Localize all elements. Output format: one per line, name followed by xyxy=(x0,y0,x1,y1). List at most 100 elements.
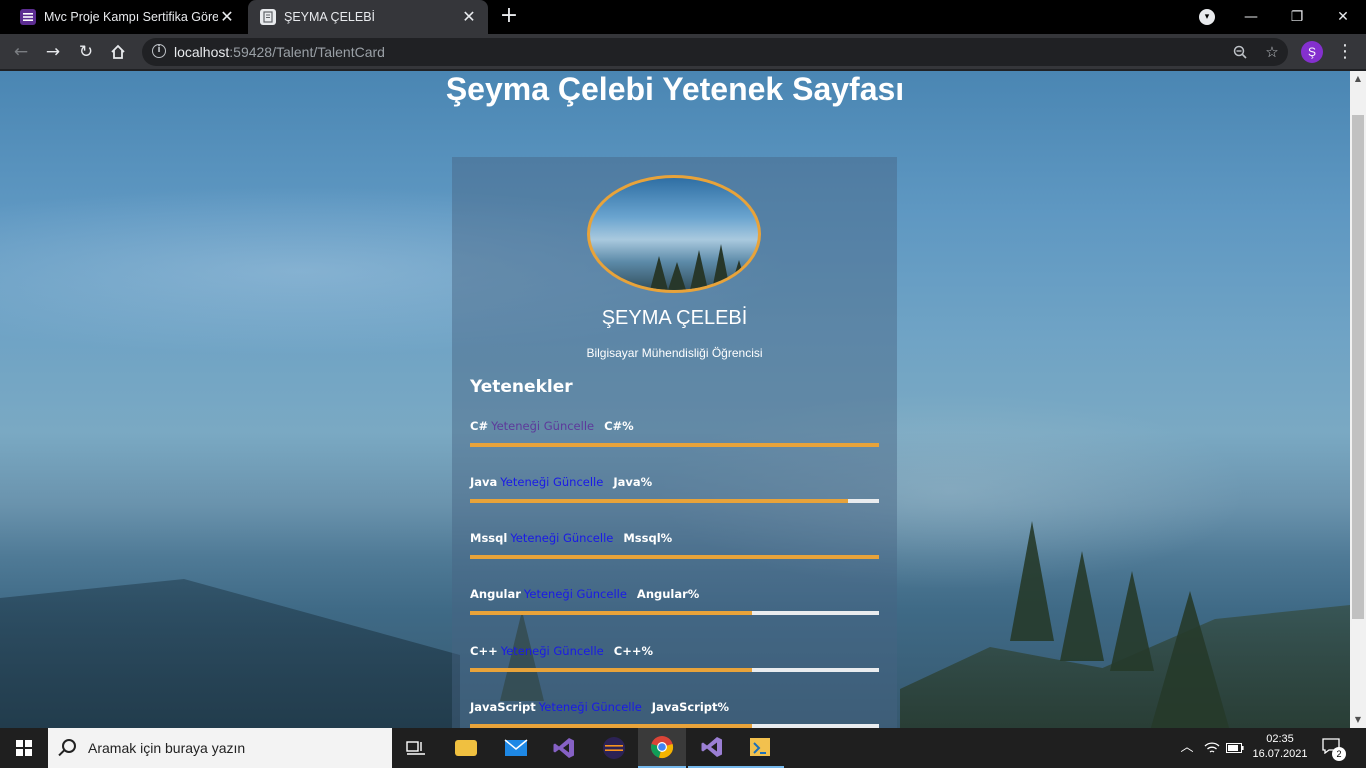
background-tree xyxy=(1010,521,1054,641)
profile-subtitle: Bilgisayar Mühendisliği Öğrencisi xyxy=(586,346,763,360)
reload-icon[interactable]: ↻ xyxy=(74,40,98,64)
profile-name: ŞEYMA ÇELEBİ xyxy=(601,307,748,329)
update-skill-link[interactable]: Yeteneği Güncelle xyxy=(539,700,642,714)
talent-card: ŞEYMA ÇELEBİ Bilgisayar Mühendisliği Öğr… xyxy=(452,157,897,728)
skill-progress-bar xyxy=(470,555,879,559)
skill-percent: JavaScript% xyxy=(651,700,730,714)
home-icon[interactable] xyxy=(106,40,130,64)
update-skill-link[interactable]: Yeteneği Güncelle xyxy=(491,419,594,433)
skill-line: Angular Yeteneği Güncelle Angular% xyxy=(470,587,699,601)
skill-name: Mssql xyxy=(470,531,508,545)
taskbar-clock[interactable]: 02:35 16.07.2021 xyxy=(1248,732,1312,762)
address-bar[interactable]: i localhost:59428/Talent/TalentCard ☆ xyxy=(142,38,1288,66)
close-window-button[interactable]: ✕ xyxy=(1320,0,1366,34)
file-explorer-icon[interactable] xyxy=(442,728,490,768)
skill-item: Java Yeteneği Güncelle Java% xyxy=(470,475,879,515)
menu-icon[interactable]: ⋮ xyxy=(1336,40,1354,64)
close-tab-icon[interactable]: ✕ xyxy=(218,8,236,26)
update-skill-link[interactable]: Yeteneği Güncelle xyxy=(524,587,627,601)
skill-progress-bar xyxy=(470,443,879,447)
tab-seyma-celebi[interactable]: ŞEYMA ÇELEBİ ✕ xyxy=(248,0,488,34)
skill-progress-fill xyxy=(470,668,753,672)
eclipse-icon[interactable] xyxy=(590,728,638,768)
bookmark-star-icon[interactable]: ☆ xyxy=(1262,42,1282,62)
skills-heading: Yetenekler xyxy=(470,377,573,397)
close-tab-icon[interactable]: ✕ xyxy=(460,8,478,26)
folder-glyph xyxy=(455,740,477,756)
url-text[interactable]: localhost:59428/Talent/TalentCard xyxy=(174,44,385,60)
page-viewport: Şeyma Çelebi Yetenek Sayfası ŞEYMA ÇELEB… xyxy=(0,71,1350,728)
notification-count-badge: 2 xyxy=(1332,747,1346,761)
search-icon xyxy=(62,739,76,753)
background-tree xyxy=(1150,591,1230,728)
skill-item: Mssql Yeteneği Güncelle Mssql% xyxy=(470,531,879,571)
tab-mvc-proje[interactable]: Mvc Proje Kampı Sertifika Görev ✕ xyxy=(8,0,246,34)
skill-percent: Java% xyxy=(613,475,653,489)
page-scrollbar[interactable]: ▲ ▼ xyxy=(1350,71,1366,728)
tab-title: ŞEYMA ÇELEBİ xyxy=(284,10,376,24)
clock-time: 02:35 xyxy=(1266,733,1294,745)
update-skill-link[interactable]: Yeteneği Güncelle xyxy=(501,644,604,658)
background-tree xyxy=(1110,571,1154,671)
skill-line: Java Yeteneği Güncelle Java% xyxy=(470,475,652,489)
taskbar-search-box[interactable]: Aramak için buraya yazın xyxy=(48,728,392,768)
skill-progress-bar xyxy=(470,668,879,672)
url-host: localhost xyxy=(174,44,230,60)
skill-percent: C#% xyxy=(604,419,634,433)
tab-title: Mvc Proje Kampı Sertifika Görev xyxy=(44,10,218,24)
skill-percent: Mssql% xyxy=(623,531,673,545)
task-view-icon[interactable] xyxy=(392,728,440,768)
ssms-icon[interactable] xyxy=(736,728,784,768)
scroll-down-arrow-icon[interactable]: ▼ xyxy=(1350,712,1366,728)
minimize-button[interactable]: — xyxy=(1228,0,1274,34)
skill-item: C# Yeteneği Güncelle C#% xyxy=(470,419,879,459)
skill-progress-fill xyxy=(470,555,879,559)
skill-progress-fill xyxy=(470,443,879,447)
visual-studio-icon[interactable] xyxy=(540,728,588,768)
maximize-button[interactable]: ❐ xyxy=(1274,0,1320,34)
skill-name: Java xyxy=(470,475,498,489)
visual-studio-running-icon[interactable] xyxy=(688,728,736,768)
back-icon[interactable]: ← xyxy=(9,40,33,64)
tab-search-icon[interactable]: ▾ xyxy=(1199,9,1215,25)
image-tree xyxy=(650,256,668,290)
taskbar: Aramak için buraya yazın ︿ 02:35 16.07.2… xyxy=(0,728,1366,768)
chrome-icon[interactable] xyxy=(638,728,686,768)
skill-name: C# xyxy=(470,419,489,433)
scrollbar-thumb[interactable] xyxy=(1352,115,1364,619)
browser-toolbar: ← → ↻ i localhost:59428/Talent/TalentCar… xyxy=(0,34,1366,70)
battery-icon[interactable] xyxy=(1224,728,1246,768)
skill-name: JavaScript xyxy=(470,700,536,714)
image-tree xyxy=(690,250,708,290)
update-skill-link[interactable]: Yeteneği Güncelle xyxy=(510,531,613,545)
scroll-up-arrow-icon[interactable]: ▲ xyxy=(1350,71,1366,87)
skill-percent: Angular% xyxy=(636,587,700,601)
skill-line: C# Yeteneği Güncelle C#% xyxy=(470,419,634,433)
skill-progress-bar xyxy=(470,499,879,503)
search-placeholder: Aramak için buraya yazın xyxy=(88,740,246,756)
skill-line: C++ Yeteneği Güncelle C++% xyxy=(470,644,653,658)
new-tab-button[interactable]: + xyxy=(498,5,520,28)
skill-line: Mssql Yeteneği Güncelle Mssql% xyxy=(470,531,672,545)
wifi-icon[interactable] xyxy=(1202,728,1222,768)
site-info-icon[interactable]: i xyxy=(152,44,166,58)
page-title: Şeyma Çelebi Yetenek Sayfası xyxy=(445,71,905,107)
background-tree xyxy=(1060,551,1104,661)
skill-progress-fill xyxy=(470,611,753,615)
windows-logo-icon xyxy=(16,740,32,756)
forward-icon[interactable]: → xyxy=(41,40,65,64)
profile-avatar[interactable]: Ş xyxy=(1301,41,1323,63)
update-skill-link[interactable]: Yeteneği Güncelle xyxy=(500,475,603,489)
image-tree xyxy=(668,262,686,290)
skill-progress-fill xyxy=(470,499,849,503)
skill-item: Angular Yeteneği Güncelle Angular% xyxy=(470,587,879,627)
skill-item: JavaScript Yeteneği Güncelle JavaScript% xyxy=(470,700,879,728)
profile-image xyxy=(587,175,761,293)
zoom-icon[interactable] xyxy=(1230,42,1250,62)
tray-expand-chevron-icon[interactable]: ︿ xyxy=(1176,728,1198,768)
mail-icon[interactable] xyxy=(492,728,540,768)
start-button[interactable] xyxy=(0,728,48,768)
url-path: :59428/Talent/TalentCard xyxy=(229,44,385,60)
skill-percent: C++% xyxy=(613,644,653,658)
skill-line: JavaScript Yeteneği Güncelle JavaScript% xyxy=(470,700,729,714)
